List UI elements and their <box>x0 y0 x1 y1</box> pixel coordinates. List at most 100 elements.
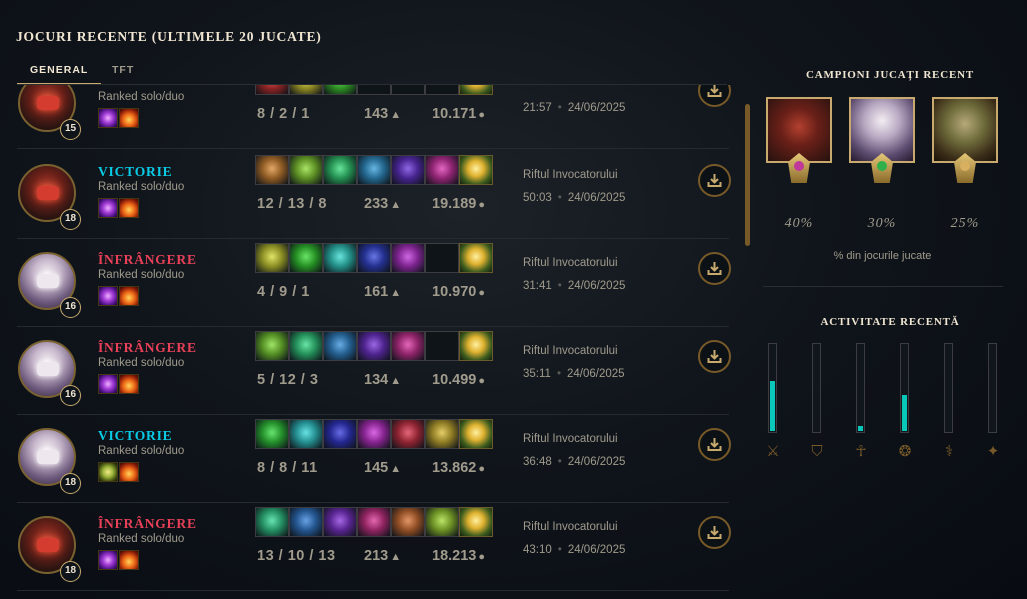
summoner-spell-1-icon[interactable] <box>98 374 118 394</box>
game-duration: 43:10 <box>523 544 552 556</box>
download-replay-button[interactable] <box>698 340 731 373</box>
item-slot[interactable] <box>289 155 323 185</box>
summoner-spell-1-icon[interactable] <box>98 108 118 128</box>
summoner-spell-1-icon[interactable] <box>98 286 118 306</box>
summoner-spell-1-icon[interactable] <box>98 198 118 218</box>
item-slot[interactable] <box>289 85 323 95</box>
item-slot[interactable] <box>357 331 391 361</box>
item-slot[interactable] <box>357 419 391 449</box>
item-slot[interactable] <box>357 243 391 273</box>
queue-type: Ranked solo/duo <box>98 357 185 369</box>
item-slot[interactable] <box>323 85 357 95</box>
item-build <box>255 331 493 361</box>
download-replay-button[interactable] <box>698 428 731 461</box>
trinket-slot[interactable] <box>459 507 493 537</box>
item-slot[interactable] <box>289 419 323 449</box>
item-slot[interactable] <box>425 155 459 185</box>
page-title: JOCURI RECENTE (ULTIMELE 20 JUCATE) <box>16 29 322 44</box>
summoner-spell-2-icon[interactable] <box>119 198 139 218</box>
game-row[interactable]: 18 VICTORIE Ranked solo/duo 8 / 8 / 11 1… <box>17 415 731 503</box>
game-row[interactable]: 18 VICTORIE Ranked solo/duo 12 / 13 / 8 … <box>17 151 731 239</box>
summoner-spells <box>98 550 140 570</box>
summoner-spell-1-icon[interactable] <box>98 462 118 482</box>
summoner-spell-2-icon[interactable] <box>119 462 139 482</box>
recent-games-list[interactable]: 15 Ranked solo/duo 8 / 2 / 1 143 ▲ 10.171… <box>0 85 740 599</box>
item-slot[interactable] <box>255 85 289 95</box>
recent-champion-portrait[interactable] <box>932 97 998 183</box>
map-name: Riftul Invocatorului <box>523 521 618 533</box>
summoner-spells <box>98 462 140 482</box>
empty-item-slot[interactable] <box>425 85 459 95</box>
game-result: ÎNFRÂNGERE <box>98 340 197 355</box>
item-slot[interactable] <box>255 155 289 185</box>
map-name: Riftul Invocatorului <box>523 433 618 445</box>
trinket-slot[interactable] <box>459 85 493 95</box>
download-replay-button[interactable] <box>698 252 731 285</box>
download-replay-button[interactable] <box>698 516 731 549</box>
item-slot[interactable] <box>255 507 289 537</box>
cs-value: 161 <box>364 284 389 300</box>
trinket-slot[interactable] <box>459 419 493 449</box>
empty-item-slot[interactable] <box>425 243 459 273</box>
item-slot[interactable] <box>391 419 425 449</box>
item-slot[interactable] <box>425 507 459 537</box>
item-slot[interactable] <box>255 419 289 449</box>
champion-level-badge: 16 <box>60 297 81 318</box>
item-slot[interactable] <box>357 155 391 185</box>
gold-earned: 10.499 ● <box>432 372 485 388</box>
game-row[interactable]: 15 Ranked solo/duo 8 / 2 / 1 143 ▲ 10.171… <box>17 85 731 149</box>
item-slot[interactable] <box>357 507 391 537</box>
item-slot[interactable] <box>289 243 323 273</box>
item-slot[interactable] <box>323 507 357 537</box>
empty-item-slot[interactable] <box>357 85 391 95</box>
item-slot[interactable] <box>323 243 357 273</box>
download-replay-button[interactable] <box>698 85 731 107</box>
item-slot[interactable] <box>425 419 459 449</box>
summoner-spells <box>98 198 140 218</box>
gold-value: 10.499 <box>432 372 477 388</box>
item-slot[interactable] <box>391 243 425 273</box>
recent-champion-portrait[interactable] <box>849 97 915 183</box>
game-row[interactable]: 16 ÎNFRÂNGERE Ranked solo/duo 5 / 12 / 3… <box>17 327 731 415</box>
queue-type: Ranked solo/duo <box>98 181 185 193</box>
summoner-spell-2-icon[interactable] <box>119 286 139 306</box>
summoner-spell-2-icon[interactable] <box>119 108 139 128</box>
item-slot[interactable] <box>391 507 425 537</box>
tab-general[interactable]: GENERAL <box>17 59 102 85</box>
tab-tft[interactable]: TFT <box>112 59 134 85</box>
game-row[interactable]: 16 ÎNFRÂNGERE Ranked solo/duo 4 / 9 / 1 … <box>17 239 731 327</box>
item-slot[interactable] <box>255 243 289 273</box>
mastery-emblem-icon <box>954 153 976 183</box>
champion-portrait <box>37 186 59 200</box>
item-slot[interactable] <box>323 419 357 449</box>
gold-earned: 18.213 ● <box>432 548 485 564</box>
download-replay-button[interactable] <box>698 164 731 197</box>
game-row[interactable]: 18 ÎNFRÂNGERE Ranked solo/duo 13 / 10 / … <box>17 503 731 591</box>
empty-item-slot[interactable] <box>425 331 459 361</box>
summoner-spells <box>98 286 140 306</box>
item-slot[interactable] <box>255 331 289 361</box>
trinket-slot[interactable] <box>459 331 493 361</box>
kda: 8 / 8 / 11 <box>257 460 318 476</box>
separator-dot: • <box>557 102 562 114</box>
summoner-spell-2-icon[interactable] <box>119 374 139 394</box>
empty-item-slot[interactable] <box>391 85 425 95</box>
item-slot[interactable] <box>391 155 425 185</box>
item-slot[interactable] <box>323 155 357 185</box>
item-slot[interactable] <box>323 331 357 361</box>
item-slot[interactable] <box>391 331 425 361</box>
recent-champion-portrait[interactable] <box>766 97 832 183</box>
role-activity-fill <box>858 426 863 431</box>
summoner-spell-1-icon[interactable] <box>98 550 118 570</box>
trinket-slot[interactable] <box>459 155 493 185</box>
download-icon <box>707 262 722 275</box>
item-slot[interactable] <box>289 507 323 537</box>
scrollbar-thumb[interactable] <box>745 104 750 246</box>
separator-dot: • <box>556 368 561 380</box>
summoner-spell-2-icon[interactable] <box>119 550 139 570</box>
role-activity-bar <box>900 343 909 433</box>
item-slot[interactable] <box>289 331 323 361</box>
map-name: Riftul Invocatorului <box>523 169 618 181</box>
trinket-slot[interactable] <box>459 243 493 273</box>
champion-portrait <box>37 450 59 464</box>
